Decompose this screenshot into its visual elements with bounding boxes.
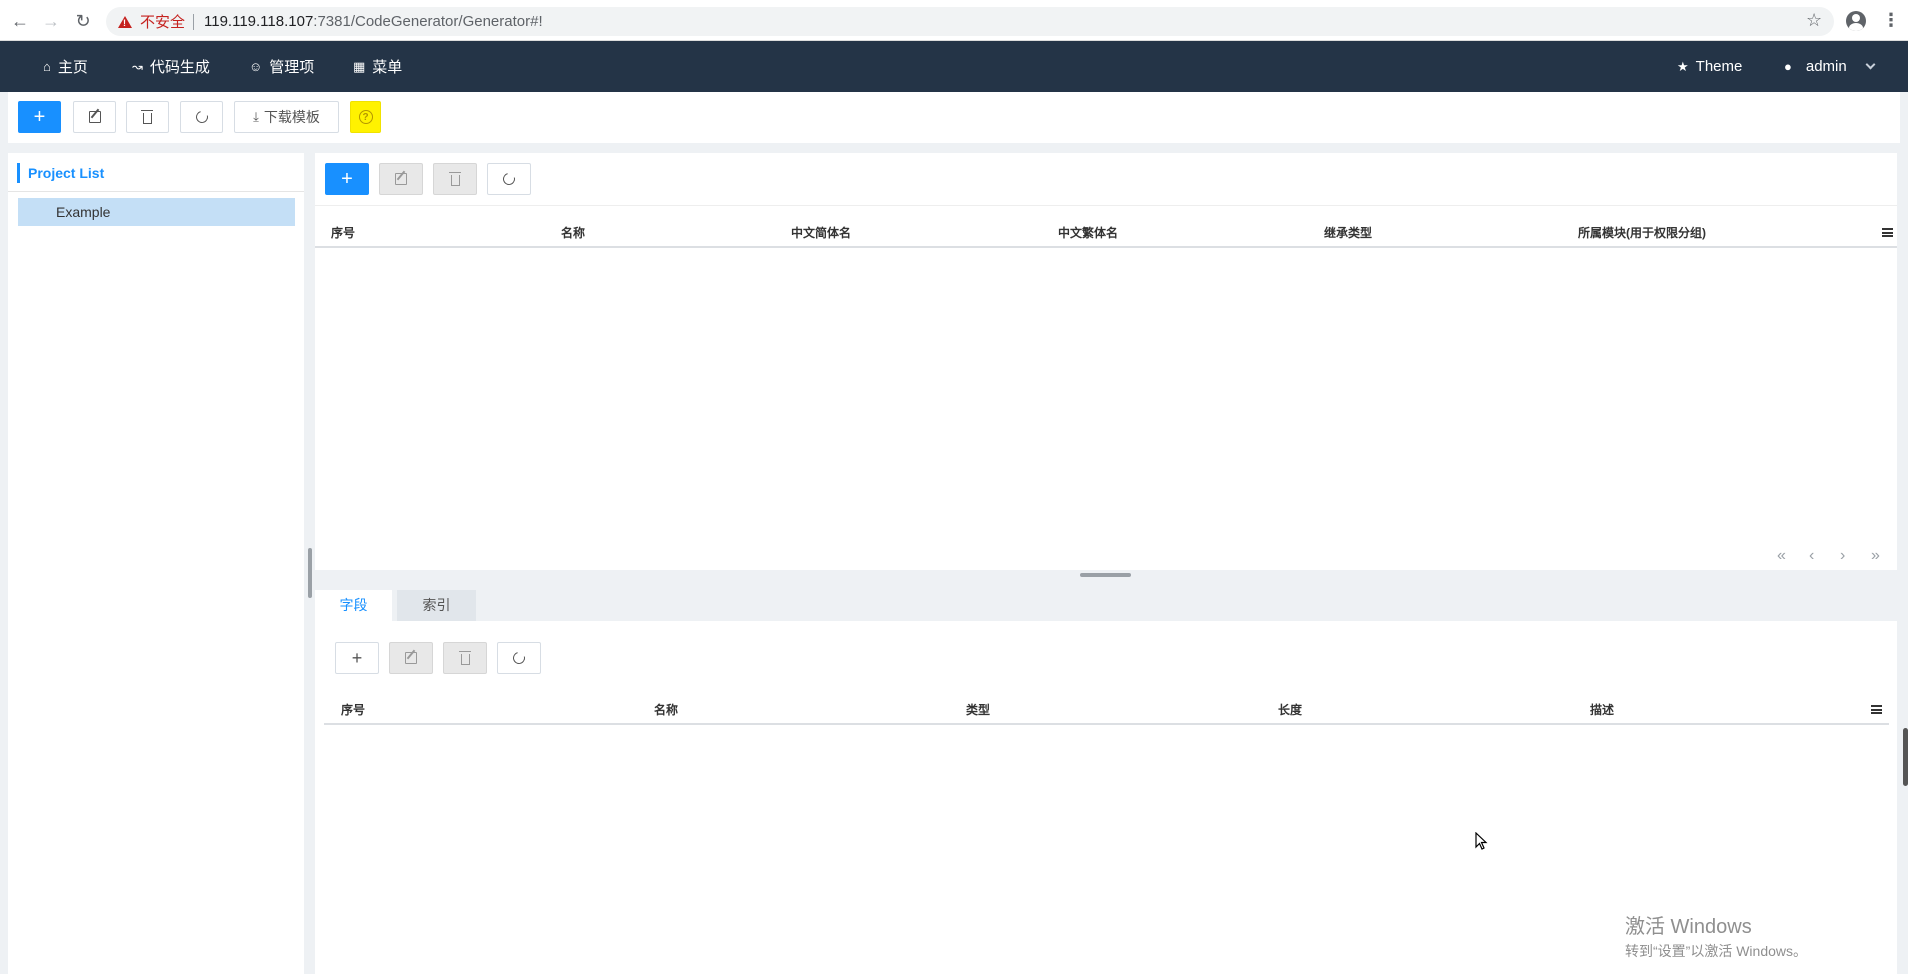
column-header-type[interactable]: 类型 xyxy=(966,695,990,725)
menu-icon[interactable] xyxy=(1882,228,1893,237)
delete-table-button[interactable] xyxy=(433,163,477,195)
url-path: :7381/CodeGenerator/Generator#! xyxy=(313,13,543,30)
tab-fields[interactable]: 字段 xyxy=(315,590,392,621)
account-icon[interactable] xyxy=(1846,11,1866,31)
refresh-icon xyxy=(510,649,528,667)
column-header-description[interactable]: 描述 xyxy=(1590,695,1614,725)
nav-manage[interactable]: ☺ 管理项 xyxy=(249,41,314,92)
reload-icon[interactable]: ↻ xyxy=(71,9,95,33)
tab-indexes[interactable]: 索引 xyxy=(397,590,476,621)
nav-home[interactable]: ⌂ 主页 xyxy=(43,41,88,92)
project-item[interactable]: Example xyxy=(18,198,295,226)
pager-last[interactable]: » xyxy=(1871,547,1880,565)
watermark-subtitle: 转到“设置”以激活 Windows。 xyxy=(1625,943,1808,959)
home-icon: ⌂ xyxy=(43,59,51,74)
nav-home-label: 主页 xyxy=(57,59,88,76)
refresh-button[interactable] xyxy=(180,101,223,133)
column-header-name[interactable]: 名称 xyxy=(654,695,678,725)
delete-field-button[interactable] xyxy=(443,642,487,674)
download-icon: ⤓ xyxy=(253,109,259,124)
insecure-label: 不安全 xyxy=(140,14,186,31)
refresh-table-button[interactable] xyxy=(487,163,531,195)
add-table-button[interactable]: + xyxy=(325,163,369,195)
chevron-down-icon xyxy=(1865,59,1876,70)
download-template-button[interactable]: ⤓ 下载模板 xyxy=(234,101,339,133)
column-header-traditional-name[interactable]: 中文繁体名 xyxy=(1058,218,1118,248)
table-grid-header: 序号 名称 中文简体名 中文繁体名 继承类型 所属模块(用于权限分组) xyxy=(315,218,1897,248)
column-header-length[interactable]: 长度 xyxy=(1278,695,1302,725)
table-toolbar: + xyxy=(315,153,1897,206)
nav-menu[interactable]: ▦ 菜单 xyxy=(353,41,402,92)
column-header-inherit-type[interactable]: 继承类型 xyxy=(1324,218,1372,248)
address-divider xyxy=(193,13,195,30)
star-icon[interactable]: ☆ xyxy=(1806,10,1822,31)
nav-user-dropdown[interactable]: ● admin xyxy=(1784,41,1876,92)
project-list-title: Project List xyxy=(17,163,104,183)
column-header-simplified-name[interactable]: 中文简体名 xyxy=(791,218,851,248)
fields-grid-header: 序号 名称 类型 长度 描述 xyxy=(324,695,1889,725)
edit-field-button[interactable] xyxy=(389,642,433,674)
refresh-icon xyxy=(193,108,210,126)
kebab-icon[interactable]: ⋮ xyxy=(1882,10,1900,31)
help-icon: ? xyxy=(358,110,373,124)
plus-icon: + xyxy=(341,167,353,190)
pager-prev[interactable]: ‹ xyxy=(1809,547,1814,565)
edit-icon xyxy=(405,652,417,664)
app-navbar: ⌂ 主页 ↝ 代码生成 ☺ 管理项 ▦ 菜单 ★ Theme ● admin xyxy=(0,41,1908,92)
user-icon: ● xyxy=(1784,59,1792,74)
project-list-panel: Project List Example xyxy=(8,153,304,974)
nav-theme-label: Theme xyxy=(1695,58,1743,75)
add-project-button[interactable]: + xyxy=(18,101,61,133)
delete-project-button[interactable] xyxy=(126,101,169,133)
plus-icon: + xyxy=(351,647,363,668)
help-button[interactable]: ? xyxy=(350,101,381,133)
edit-project-button[interactable] xyxy=(73,101,116,133)
table-list-panel: + 序号 名称 中文简体名 中文繁体名 继承类型 所属模块(用于权限分组) « … xyxy=(315,153,1897,570)
grid-icon: ▦ xyxy=(353,58,366,74)
nav-codegen-label: 代码生成 xyxy=(149,59,210,76)
address-bar[interactable]: ! 不安全 119.119.118.107 :7381/CodeGenerato… xyxy=(106,7,1834,36)
nav-manage-label: 管理项 xyxy=(269,59,315,76)
shirt-icon: ★ xyxy=(1677,58,1689,74)
plus-icon: + xyxy=(33,105,46,128)
edit-icon xyxy=(88,111,101,123)
edit-table-button[interactable] xyxy=(379,163,423,195)
download-template-label: 下载模板 xyxy=(263,109,320,125)
nav-theme[interactable]: ★ Theme xyxy=(1677,41,1742,92)
windows-activation-watermark: 激活 Windows 转到“设置”以激活 Windows。 xyxy=(1625,910,1807,961)
trash-icon xyxy=(458,650,471,665)
watermark-title: 激活 Windows xyxy=(1625,916,1752,938)
pager-next[interactable]: › xyxy=(1840,547,1845,565)
column-header-name[interactable]: 名称 xyxy=(561,218,585,248)
pager-first[interactable]: « xyxy=(1777,547,1786,565)
divider xyxy=(8,191,304,192)
trash-icon xyxy=(448,171,461,186)
main-toolbar: + ⤓ 下载模板 ? xyxy=(8,92,1900,143)
add-field-button[interactable]: + xyxy=(335,642,379,674)
forward-icon[interactable]: → xyxy=(39,9,63,33)
back-icon[interactable]: ← xyxy=(8,9,32,33)
nav-codegen[interactable]: ↝ 代码生成 xyxy=(132,41,210,92)
user-icon: ☺ xyxy=(249,59,263,74)
horizontal-splitter-handle[interactable] xyxy=(1080,573,1131,577)
chart-icon: ↝ xyxy=(132,58,143,74)
refresh-field-button[interactable] xyxy=(497,642,541,674)
column-header-index[interactable]: 序号 xyxy=(341,695,365,725)
url-host: 119.119.118.107 xyxy=(204,13,314,30)
nav-menu-label: 菜单 xyxy=(372,59,403,76)
warning-icon: ! xyxy=(118,15,132,28)
column-header-module[interactable]: 所属模块(用于权限分组) xyxy=(1578,218,1706,248)
refresh-icon xyxy=(500,170,518,188)
menu-icon[interactable] xyxy=(1871,705,1882,714)
page-scrollbar[interactable] xyxy=(1903,728,1908,786)
vertical-splitter-handle[interactable] xyxy=(308,548,312,598)
nav-user-label: admin xyxy=(1805,58,1847,75)
browser-toolbar: ← → ↻ ! 不安全 119.119.118.107 :7381/CodeGe… xyxy=(0,0,1908,41)
column-header-index[interactable]: 序号 xyxy=(331,218,355,248)
trash-icon xyxy=(141,109,153,124)
edit-icon xyxy=(395,173,407,185)
